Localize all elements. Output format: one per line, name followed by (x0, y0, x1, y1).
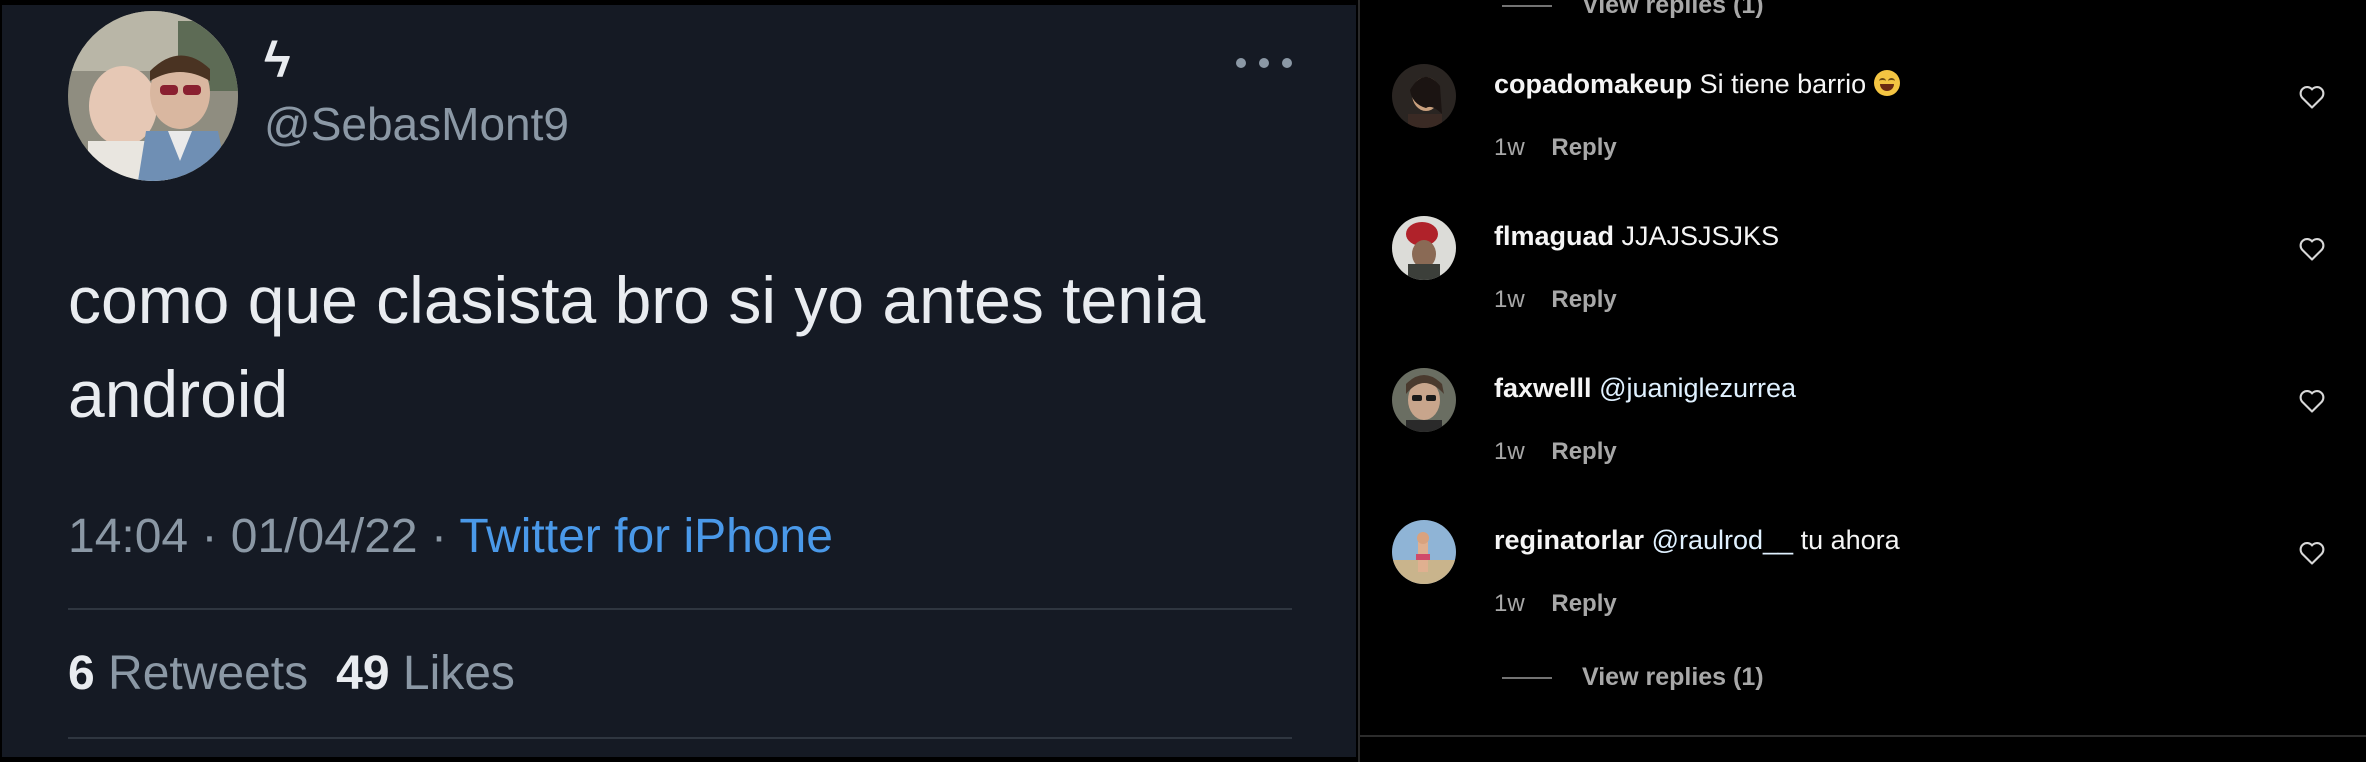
comment-text: Si tiene barrio (1699, 69, 1867, 99)
view-replies-label: View replies (1) (1582, 663, 1764, 691)
reply-button[interactable]: Reply (1551, 286, 1616, 313)
avatar-photo (68, 11, 238, 181)
comment-time: 1w (1494, 590, 1525, 617)
comment-avatar[interactable] (1392, 368, 1456, 432)
replies-line (1502, 676, 1552, 679)
comment-time: 1w (1494, 286, 1525, 313)
dot (1259, 58, 1269, 68)
comment-meta: 1w Reply (1494, 286, 1617, 314)
comment-username[interactable]: flmaguad (1494, 221, 1614, 251)
more-options-icon[interactable] (1236, 51, 1292, 75)
likes-count: 49 (336, 647, 390, 700)
retweets-stat[interactable]: 6 Retweets (68, 647, 308, 700)
likes-stat[interactable]: 49 Likes (336, 647, 515, 700)
comment-item: reginatorlar @raulrod__ tu ahora 1w Repl… (1360, 520, 2366, 670)
comment-text-line: flmaguad JJAJSJSJKS (1494, 219, 2274, 253)
view-replies-button[interactable]: View replies (1) (1502, 663, 1764, 692)
avatar-photo (1392, 368, 1456, 432)
avatar-photo (1392, 64, 1456, 128)
comment-item: faxwelll @juaniglezurrea 1w Reply (1360, 368, 2366, 518)
comment-mention-link[interactable]: @raulrod__ (1652, 525, 1794, 555)
separator: · (188, 510, 231, 563)
reply-button[interactable]: Reply (1551, 134, 1616, 161)
comment-text-line: faxwelll @juaniglezurrea (1494, 371, 2274, 405)
tweet-text: como que clasista bro si yo antes tenia … (68, 263, 1206, 431)
comment-item: copadomakeup Si tiene barrio 1w Reply (1360, 64, 2366, 214)
avatar-photo (1392, 216, 1456, 280)
view-replies-label: View replies (1) (1582, 0, 1764, 19)
retweets-label: Retweets (108, 647, 309, 700)
comment-avatar[interactable] (1392, 64, 1456, 128)
likes-label: Likes (402, 647, 515, 700)
comment-username[interactable]: copadomakeup (1494, 69, 1692, 99)
reply-button[interactable]: Reply (1551, 590, 1616, 617)
tweet-stats: 6 Retweets 49 Likes (68, 650, 515, 698)
view-replies-button[interactable]: View replies (1) (1502, 0, 1764, 20)
comment-time: 1w (1494, 134, 1525, 161)
comment-item: flmaguad JJAJSJSJKS 1w Reply (1360, 216, 2366, 366)
tweet-author-avatar[interactable] (68, 11, 238, 181)
comment-text: tu ahora (1800, 525, 1900, 555)
tweet-metadata: 14:04 · 01/04/22 · Twitter for iPhone (68, 513, 833, 561)
tweet-date[interactable]: 01/04/22 (231, 510, 418, 563)
comments-panel: View replies (1) copadomakeup Si tiene b… (1358, 0, 2366, 762)
retweets-count: 6 (68, 647, 95, 700)
comment-meta: 1w Reply (1494, 438, 1617, 466)
comment-mention-link[interactable]: @juaniglezurrea (1599, 373, 1796, 403)
tweet-card: ϟ @SebasMont9 como que clasista bro si y… (2, 5, 1356, 757)
dot (1282, 58, 1292, 68)
comment-meta: 1w Reply (1494, 134, 1617, 162)
heart-icon[interactable] (2298, 388, 2326, 414)
comment-avatar[interactable] (1392, 216, 1456, 280)
tweet-time[interactable]: 14:04 (68, 510, 188, 563)
comment-username[interactable]: faxwelll (1494, 373, 1592, 403)
comment-text-line: copadomakeup Si tiene barrio (1494, 67, 2274, 101)
avatar-photo (1392, 520, 1456, 584)
comment-text-line: reginatorlar @raulrod__ tu ahora (1494, 523, 2274, 557)
divider (68, 608, 1292, 610)
divider (68, 737, 1292, 739)
comment-time: 1w (1494, 438, 1525, 465)
dot (1236, 58, 1246, 68)
comment-username[interactable]: reginatorlar (1494, 525, 1644, 555)
replies-line (1502, 4, 1552, 7)
tweet-source-link[interactable]: Twitter for iPhone (459, 510, 833, 563)
comment-text: JJAJSJSJKS (1621, 221, 1780, 251)
divider (1360, 735, 2366, 737)
comment-avatar[interactable] (1392, 520, 1456, 584)
laughing-emoji-icon (1873, 70, 1900, 96)
heart-icon[interactable] (2298, 84, 2326, 110)
tweet-display-name[interactable]: ϟ (264, 35, 290, 85)
heart-icon[interactable] (2298, 236, 2326, 262)
reply-button[interactable]: Reply (1551, 438, 1616, 465)
comment-meta: 1w Reply (1494, 590, 1617, 618)
separator: · (417, 510, 460, 563)
tweet-handle[interactable]: @SebasMont9 (264, 101, 569, 147)
heart-icon[interactable] (2298, 540, 2326, 566)
